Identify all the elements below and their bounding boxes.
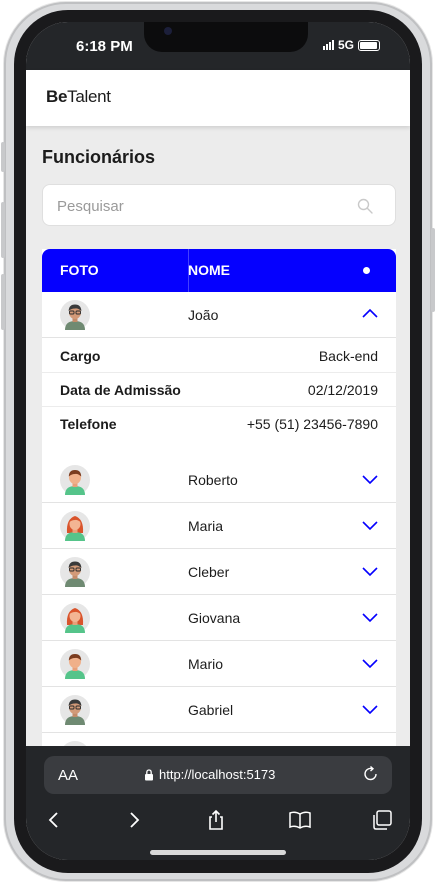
volume-down-button bbox=[1, 274, 5, 330]
search-icon[interactable] bbox=[357, 198, 373, 214]
header-name: NOME bbox=[188, 262, 230, 278]
power-button bbox=[431, 228, 435, 312]
employee-details: Cargo Back-end Data de Admissão 02/12/20… bbox=[42, 339, 396, 463]
man-avatar-icon bbox=[60, 649, 90, 679]
chevron-down-icon[interactable] bbox=[360, 655, 380, 671]
man-avatar-icon bbox=[60, 465, 90, 495]
header-photo: FOTO bbox=[60, 262, 99, 278]
detail-value: 02/12/2019 bbox=[307, 382, 378, 398]
tabs-icon[interactable] bbox=[370, 808, 394, 832]
detail-row-admission: Data de Admissão 02/12/2019 bbox=[42, 373, 396, 407]
detail-label: Cargo bbox=[60, 348, 101, 364]
table-row[interactable]: Maria bbox=[42, 503, 396, 549]
network-label: 5G bbox=[337, 38, 354, 52]
employees-table: FOTO NOME João Cargo Back-end Data de Ad… bbox=[42, 249, 396, 779]
detail-label: Telefone bbox=[60, 416, 117, 432]
table-row[interactable]: Giovana bbox=[42, 595, 396, 641]
detail-value: +55 (51) 23456-7890 bbox=[246, 416, 378, 432]
man-glasses-avatar-icon bbox=[60, 695, 90, 725]
chevron-down-icon[interactable] bbox=[360, 701, 380, 717]
forward-icon[interactable] bbox=[122, 808, 146, 832]
detail-label: Data de Admissão bbox=[60, 382, 181, 398]
table-row[interactable]: Roberto bbox=[42, 457, 396, 503]
share-icon[interactable] bbox=[204, 808, 228, 832]
table-row[interactable]: Cleber bbox=[42, 549, 396, 595]
brand-logo[interactable]: BeTalent bbox=[46, 87, 111, 107]
employee-name: Gabriel bbox=[188, 702, 234, 718]
woman-avatar-icon bbox=[60, 603, 90, 633]
employee-name: Cleber bbox=[188, 564, 230, 580]
search-input[interactable] bbox=[57, 195, 337, 217]
table-row[interactable]: Mario bbox=[42, 641, 396, 687]
status-time: 6:18 PM bbox=[76, 38, 133, 55]
header-dot-icon bbox=[363, 267, 370, 274]
employee-name: Giovana bbox=[188, 610, 241, 626]
chevron-down-icon[interactable] bbox=[360, 609, 380, 625]
battery-icon bbox=[358, 39, 380, 51]
man-glasses-avatar-icon bbox=[60, 300, 90, 330]
status-indicators: 5G bbox=[322, 38, 380, 52]
table-row[interactable]: João bbox=[42, 292, 396, 338]
browser-bottom-bar: AA http://localhost:5173 bbox=[26, 746, 410, 860]
employee-name: Mario bbox=[188, 656, 224, 672]
chevron-down-icon[interactable] bbox=[360, 471, 380, 487]
text-size-button[interactable]: AA bbox=[58, 767, 78, 784]
phone-screen: 6:18 PM 5G BeTalent Funcionários FOTO NO… bbox=[26, 22, 410, 860]
brand-logo-rest: Talent bbox=[67, 87, 111, 106]
back-icon[interactable] bbox=[42, 808, 66, 832]
url-text: http://localhost:5173 bbox=[159, 767, 276, 782]
table-row[interactable]: Gabriel bbox=[42, 687, 396, 733]
reload-icon[interactable] bbox=[362, 765, 380, 783]
app-header: BeTalent bbox=[26, 70, 410, 126]
detail-row-role: Cargo Back-end bbox=[42, 339, 396, 373]
chevron-down-icon[interactable] bbox=[360, 517, 380, 533]
employee-name: Roberto bbox=[188, 472, 238, 488]
page-title: Funcionários bbox=[42, 147, 156, 167]
bookmarks-icon[interactable] bbox=[288, 808, 312, 832]
detail-value: Back-end bbox=[318, 348, 378, 364]
browser-toolbar bbox=[26, 802, 410, 838]
url-display[interactable]: http://localhost:5173 bbox=[144, 767, 275, 782]
mute-switch bbox=[1, 142, 5, 172]
volume-up-button bbox=[1, 202, 5, 258]
camera-icon bbox=[164, 27, 172, 35]
signal-icon bbox=[322, 40, 334, 50]
search-box bbox=[42, 184, 396, 226]
man-glasses-avatar-icon bbox=[60, 557, 90, 587]
detail-row-phone: Telefone +55 (51) 23456-7890 bbox=[42, 407, 396, 441]
notch bbox=[144, 22, 308, 52]
lock-icon bbox=[145, 768, 153, 780]
table-header: FOTO NOME bbox=[42, 249, 396, 292]
chevron-down-icon[interactable] bbox=[360, 563, 380, 579]
home-indicator bbox=[150, 850, 286, 855]
brand-logo-bold: Be bbox=[46, 87, 68, 106]
employee-name: Maria bbox=[188, 518, 224, 534]
address-bar[interactable]: AA http://localhost:5173 bbox=[44, 756, 392, 794]
chevron-up-icon[interactable] bbox=[360, 306, 380, 322]
status-bar: 6:18 PM 5G bbox=[26, 22, 410, 70]
woman-avatar-icon bbox=[60, 511, 90, 541]
employee-name: João bbox=[188, 307, 219, 323]
